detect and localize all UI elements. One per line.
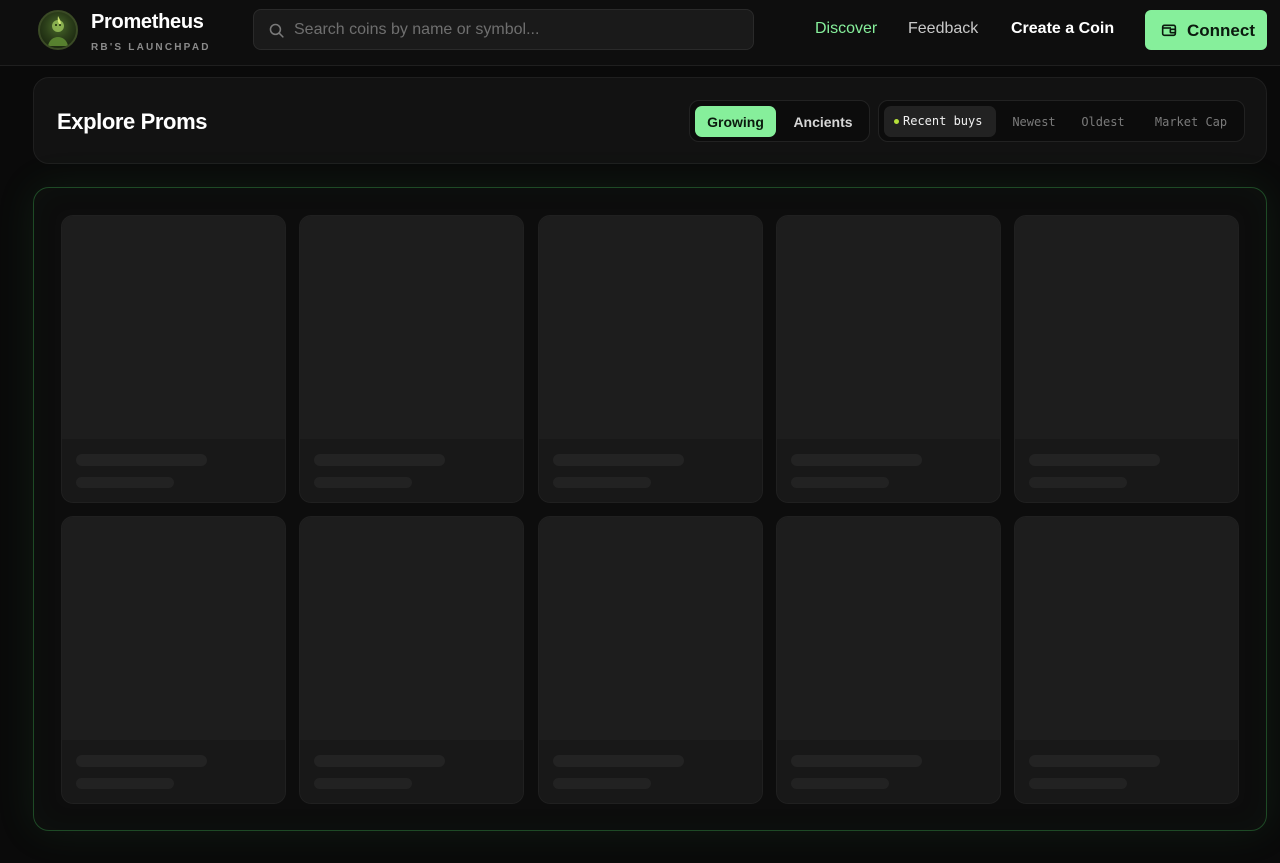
skeleton-subtitle-line [76, 477, 174, 488]
sort-oldest-button[interactable]: Oldest [1073, 106, 1133, 137]
skeleton-footer [300, 740, 523, 803]
skeleton-title-line [76, 454, 207, 466]
top-navbar: Prometheus RB'S LAUNCHPAD Discover Feedb… [0, 0, 1280, 66]
skeleton-footer [1015, 439, 1238, 502]
nav-feedback-link[interactable]: Feedback [908, 20, 978, 38]
skeleton-subtitle-line [314, 778, 412, 789]
coin-card-skeleton [299, 215, 524, 503]
live-dot-icon [894, 119, 899, 124]
coin-card-skeleton [538, 516, 763, 804]
skeleton-footer [539, 740, 762, 803]
skeleton-footer [1015, 740, 1238, 803]
coin-card-skeleton [776, 516, 1001, 804]
coin-card-skeleton [776, 215, 1001, 503]
skeleton-title-line [76, 755, 207, 767]
coin-card-skeleton [1014, 516, 1239, 804]
nav-create-coin-link[interactable]: Create a Coin [1011, 20, 1114, 38]
skeleton-title-line [791, 755, 922, 767]
explore-toolbar: Explore Proms Growing Ancients Recent bu… [33, 77, 1267, 164]
search-input[interactable] [294, 10, 744, 49]
skeleton-image [539, 517, 762, 740]
skeleton-title-line [553, 454, 684, 466]
skeleton-title-line [314, 454, 445, 466]
brand-tagline: RB'S LAUNCHPAD [91, 42, 211, 53]
skeleton-image [62, 517, 285, 740]
coin-grid-panel [33, 187, 1267, 831]
skeleton-title-line [314, 755, 445, 767]
skeleton-footer [300, 439, 523, 502]
search-icon [269, 23, 284, 38]
skeleton-image [777, 517, 1000, 740]
skeleton-title-line [791, 454, 922, 466]
mode-growing-button[interactable]: Growing [695, 106, 776, 137]
skeleton-image [62, 216, 285, 439]
skeleton-subtitle-line [314, 477, 412, 488]
mode-toggle-group: Growing Ancients [689, 100, 870, 142]
sort-recent-buys-button[interactable]: Recent buys [884, 106, 996, 137]
sort-newest-button[interactable]: Newest [1001, 106, 1067, 137]
connect-wallet-button[interactable]: Connect [1145, 10, 1267, 50]
skeleton-subtitle-line [1029, 477, 1127, 488]
skeleton-title-line [1029, 755, 1160, 767]
brand-logo[interactable] [38, 10, 78, 50]
sort-recent-buys-label: Recent buys [903, 114, 983, 128]
skeleton-subtitle-line [791, 778, 889, 789]
skeleton-image [300, 517, 523, 740]
skeleton-footer [62, 740, 285, 803]
skeleton-footer [62, 439, 285, 502]
coin-card-skeleton [61, 215, 286, 503]
skeleton-footer [539, 439, 762, 502]
page-title: Explore Proms [57, 109, 208, 134]
skeleton-title-line [553, 755, 684, 767]
skeleton-footer [777, 439, 1000, 502]
skeleton-subtitle-line [553, 477, 651, 488]
skeleton-subtitle-line [553, 778, 651, 789]
nav-discover-link[interactable]: Discover [815, 20, 877, 38]
skeleton-footer [777, 740, 1000, 803]
sort-market-cap-button[interactable]: Market Cap [1144, 106, 1238, 137]
coin-card-skeleton [61, 516, 286, 804]
skeleton-title-line [1029, 454, 1160, 466]
skeleton-subtitle-line [1029, 778, 1127, 789]
sort-toggle-group: Recent buys Newest Oldest Market Cap [878, 100, 1245, 142]
connect-button-label: Connect [1187, 21, 1255, 40]
skeleton-subtitle-line [76, 778, 174, 789]
coin-card-skeleton [1014, 215, 1239, 503]
coin-card-skeleton [299, 516, 524, 804]
wallet-icon [1161, 24, 1177, 37]
coin-card-skeleton [538, 215, 763, 503]
mode-ancients-button[interactable]: Ancients [782, 106, 864, 137]
brand-name[interactable]: Prometheus [91, 11, 204, 34]
search-bar[interactable] [253, 9, 754, 50]
skeleton-image [1015, 216, 1238, 439]
skeleton-subtitle-line [791, 477, 889, 488]
skeleton-image [539, 216, 762, 439]
skeleton-image [1015, 517, 1238, 740]
skeleton-image [777, 216, 1000, 439]
prometheus-logo-icon [38, 10, 78, 50]
skeleton-image [300, 216, 523, 439]
